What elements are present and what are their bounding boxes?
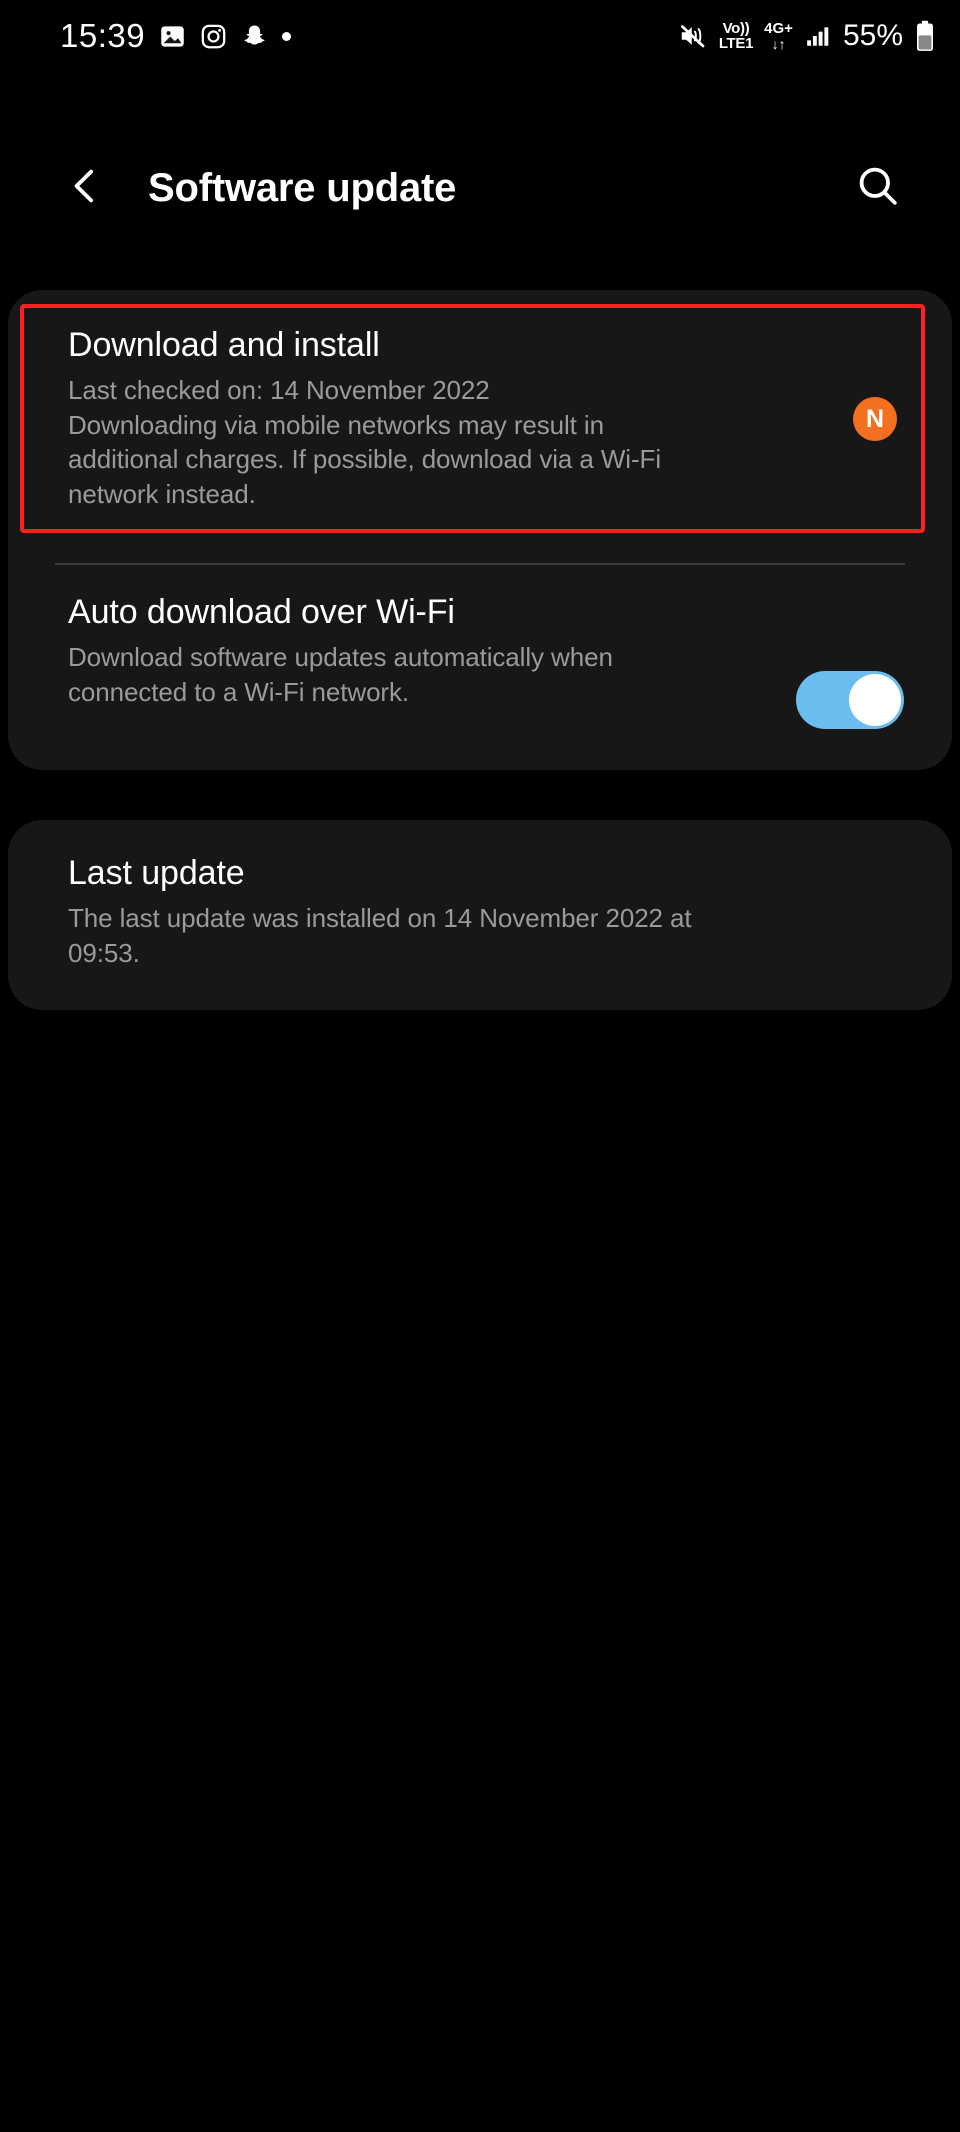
auto-download-toggle[interactable]: [796, 671, 904, 729]
auto-download-description: Download software updates automatically …: [68, 640, 718, 709]
status-bar-right: Vo)) LTE1 4G+ ↓↑ 55%: [678, 19, 936, 53]
gallery-icon: [159, 23, 186, 50]
page-title: Software update: [148, 165, 457, 210]
volte-indicator: Vo)) LTE1: [718, 19, 754, 52]
instagram-icon: [200, 23, 227, 50]
volte-line-1: Vo)): [722, 19, 750, 37]
last-update-desc-line-2: 09:53.: [68, 937, 140, 968]
download-and-install-texts: Download and install Last checked on: 14…: [68, 326, 768, 511]
download-and-install-description: Last checked on: 14 November 2022 Downlo…: [68, 373, 768, 511]
data-transfer-arrows: ↓↑: [771, 35, 786, 52]
back-chevron-icon: [62, 163, 108, 214]
download-and-install-row[interactable]: Download and install Last checked on: 14…: [8, 290, 952, 533]
network-type-indicator: 4G+ ↓↑: [764, 21, 793, 51]
network-type-label: 4G+: [764, 20, 793, 38]
search-icon: [854, 162, 902, 215]
more-notifications-dot-icon: [282, 31, 292, 41]
last-update-desc-line-1: The last update was installed on 14 Nove…: [68, 903, 692, 934]
mobile-network-warning-line-1: Downloading via mobile networks may resu…: [68, 409, 604, 440]
last-checked-line: Last checked on: 14 November 2022: [68, 375, 490, 406]
mobile-network-warning-line-2: additional charges. If possible, downloa…: [68, 444, 662, 475]
auto-download-desc-line-2: connected to a Wi-Fi network.: [68, 676, 410, 707]
software-update-card: Download and install Last checked on: 14…: [8, 290, 952, 770]
status-bar-left: 15:39: [60, 17, 292, 55]
last-update-row: Last update The last update was installe…: [8, 820, 952, 970]
status-bar-clock: 15:39: [60, 17, 146, 54]
toggle-knob: [849, 674, 901, 726]
last-update-texts: Last update The last update was installe…: [68, 854, 858, 970]
volte-line-2: LTE1: [718, 35, 754, 52]
auto-download-title: Auto download over Wi-Fi: [68, 593, 455, 631]
app-header: Software update: [0, 140, 960, 236]
auto-download-texts: Auto download over Wi-Fi Download softwa…: [68, 593, 718, 709]
last-update-card: Last update The last update was installe…: [8, 820, 952, 1010]
status-bar: 15:39 Vo)) LTE1 4G+ ↓↑ 55%: [0, 0, 960, 72]
last-update-title: Last update: [68, 854, 245, 892]
auto-download-desc-line-1: Download software updates automatically …: [68, 642, 613, 673]
battery-icon: [914, 20, 936, 52]
search-button[interactable]: [840, 140, 916, 236]
snapchat-icon: [241, 23, 268, 50]
battery-percent-label: 55%: [842, 19, 903, 52]
software-update-screen: 15:39 Vo)) LTE1 4G+ ↓↑ 55% Software upda…: [0, 0, 960, 2132]
back-button[interactable]: [50, 140, 120, 236]
sound-mute-icon: [678, 21, 708, 51]
last-update-description: The last update was installed on 14 Nove…: [68, 901, 858, 970]
new-update-badge: N: [853, 397, 897, 441]
signal-bars-icon: [804, 23, 832, 49]
mobile-network-warning-line-3: network instead.: [68, 478, 256, 509]
card-divider: [55, 563, 905, 565]
download-and-install-title: Download and install: [68, 326, 380, 364]
auto-download-over-wifi-row[interactable]: Auto download over Wi-Fi Download softwa…: [8, 593, 952, 753]
